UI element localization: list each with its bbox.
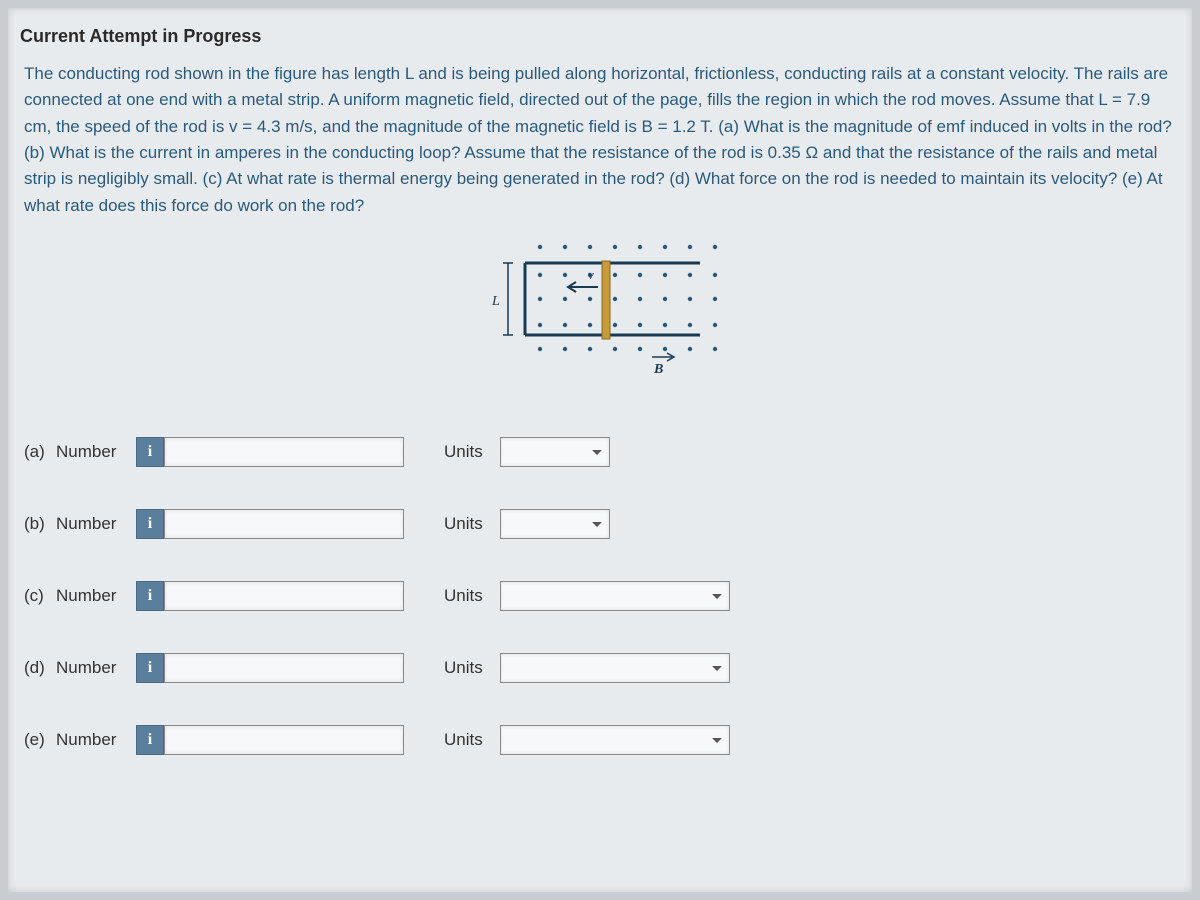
info-icon[interactable]: i xyxy=(136,581,164,611)
units-label: Units xyxy=(444,730,500,750)
figure-label-L: L xyxy=(491,294,500,309)
units-label: Units xyxy=(444,442,500,462)
part-label: (c) xyxy=(24,586,56,606)
answer-row-a: (a) Number i Units xyxy=(24,437,1180,467)
part-label: (b) xyxy=(24,514,56,534)
answer-row-b: (b) Number i Units xyxy=(24,509,1180,539)
info-icon[interactable]: i xyxy=(136,653,164,683)
number-label: Number xyxy=(56,586,136,606)
answers-section: (a) Number i Units (b) Number i Units (c… xyxy=(20,437,1180,755)
units-select-e[interactable] xyxy=(500,725,730,755)
info-icon[interactable]: i xyxy=(136,509,164,539)
units-label: Units xyxy=(444,658,500,678)
units-select-b[interactable] xyxy=(500,509,610,539)
number-input-e[interactable] xyxy=(164,725,404,755)
units-select-c[interactable] xyxy=(500,581,730,611)
units-select-a[interactable] xyxy=(500,437,610,467)
part-label: (d) xyxy=(24,658,56,678)
units-label: Units xyxy=(444,514,500,534)
number-label: Number xyxy=(56,442,136,462)
part-label: (a) xyxy=(24,442,56,462)
figure-label-v: v xyxy=(588,267,594,282)
units-select-d[interactable] xyxy=(500,653,730,683)
page-container: Current Attempt in Progress The conducti… xyxy=(8,8,1192,892)
physics-figure: v L B xyxy=(470,237,730,377)
number-label: Number xyxy=(56,658,136,678)
answer-row-e: (e) Number i Units xyxy=(24,725,1180,755)
figure-wrap: v L B xyxy=(20,237,1180,377)
answer-row-c: (c) Number i Units xyxy=(24,581,1180,611)
number-input-c[interactable] xyxy=(164,581,404,611)
info-icon[interactable]: i xyxy=(136,725,164,755)
number-input-d[interactable] xyxy=(164,653,404,683)
page-heading: Current Attempt in Progress xyxy=(20,26,1180,47)
part-label: (e) xyxy=(24,730,56,750)
number-label: Number xyxy=(56,514,136,534)
info-icon[interactable]: i xyxy=(136,437,164,467)
number-label: Number xyxy=(56,730,136,750)
number-input-a[interactable] xyxy=(164,437,404,467)
units-label: Units xyxy=(444,586,500,606)
number-input-b[interactable] xyxy=(164,509,404,539)
problem-text: The conducting rod shown in the figure h… xyxy=(20,61,1180,229)
answer-row-d: (d) Number i Units xyxy=(24,653,1180,683)
figure-label-B: B xyxy=(653,362,663,377)
